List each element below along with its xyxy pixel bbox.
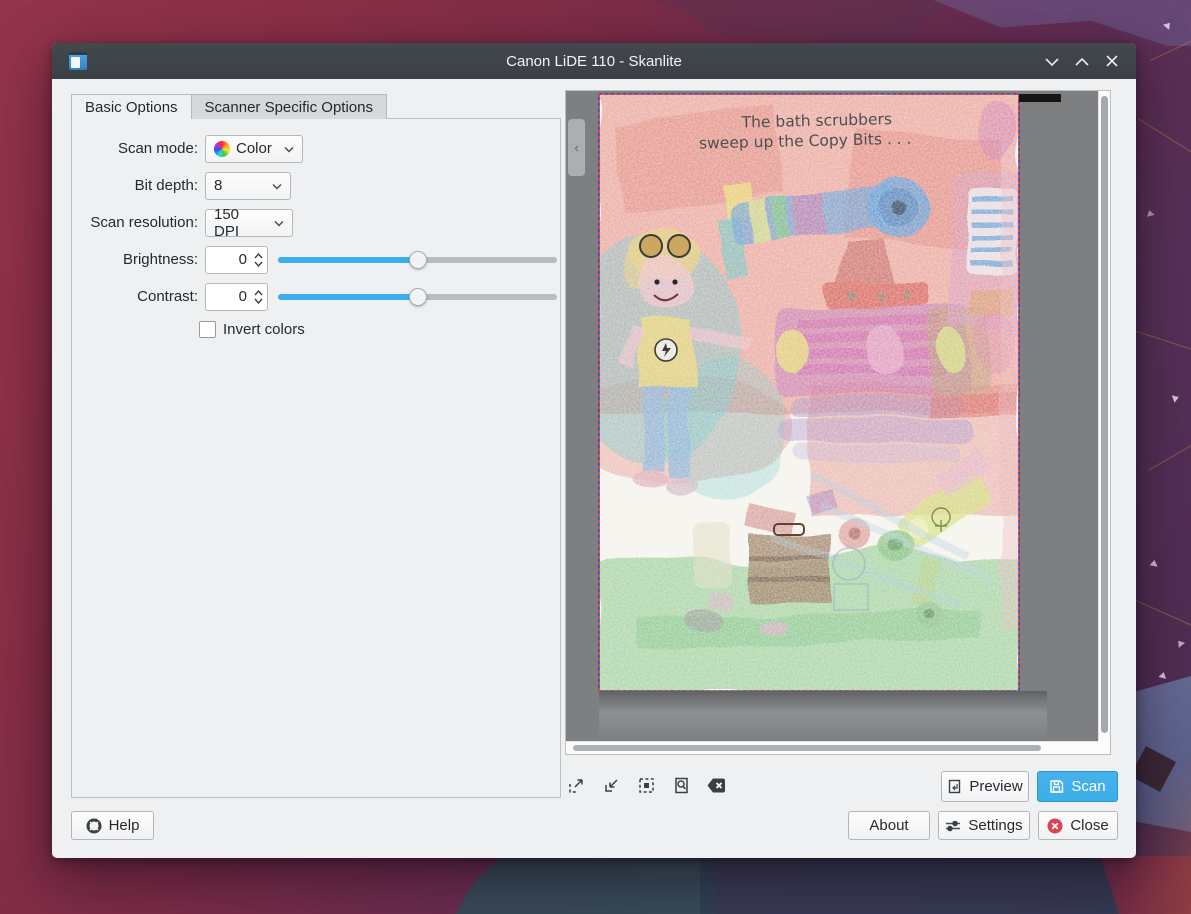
skanlite-window: Canon LiDE 110 - Skanlite Basic Options … xyxy=(52,43,1136,858)
tab-basic-options[interactable]: Basic Options xyxy=(71,94,192,119)
basic-options-panel: Scan mode: Color Bit depth: 8 xyxy=(71,118,561,798)
preview-canvas[interactable]: ‹ xyxy=(566,91,1098,741)
wallpaper-polygon xyxy=(920,0,1191,46)
invert-colors-checkbox[interactable] xyxy=(199,321,216,338)
contrast-value: 0 xyxy=(206,288,250,305)
contrast-slider[interactable] xyxy=(278,287,557,307)
scan-mode-value: Color xyxy=(236,140,272,157)
wallpaper-particle xyxy=(1145,209,1154,217)
scanned-drawing: The bath scrubbers sweep up the Copy Bit… xyxy=(599,94,1019,691)
help-button[interactable]: Help xyxy=(71,811,154,840)
wallpaper-hex-line xyxy=(1134,330,1191,351)
scanned-image[interactable]: The bath scrubbers sweep up the Copy Bit… xyxy=(599,94,1019,691)
zoom-to-fit-icon[interactable] xyxy=(671,775,692,796)
wallpaper-polygon xyxy=(455,856,715,914)
close-button-label: Close xyxy=(1070,817,1108,834)
invert-colors-label: Invert colors xyxy=(223,321,305,338)
preview-horizontal-scrollbar[interactable] xyxy=(566,741,1098,754)
chevron-down-icon xyxy=(274,214,284,231)
close-button[interactable]: Close xyxy=(1038,811,1118,840)
preview-button-label: Preview xyxy=(969,778,1022,795)
scrollbar-corner xyxy=(1098,741,1110,754)
scan-button[interactable]: Scan xyxy=(1037,771,1118,802)
chevron-down-icon xyxy=(284,140,294,157)
close-icon[interactable] xyxy=(1102,51,1122,71)
contrast-label: Contrast: xyxy=(78,288,198,305)
settings-sliders-icon xyxy=(945,819,961,833)
help-button-label: Help xyxy=(109,817,140,834)
bit-depth-dropdown[interactable]: 8 xyxy=(205,172,291,200)
contrast-spinbox[interactable]: 0 xyxy=(205,283,268,311)
bit-depth-label: Bit depth: xyxy=(78,177,198,194)
save-floppy-icon xyxy=(1049,779,1064,794)
titlebar[interactable]: Canon LiDE 110 - Skanlite xyxy=(52,43,1136,79)
about-button-label: About xyxy=(869,817,908,834)
preview-toolbar xyxy=(566,775,727,796)
scan-edge-strip xyxy=(1019,94,1061,102)
scan-button-label: Scan xyxy=(1071,778,1105,795)
maximize-icon[interactable] xyxy=(1072,51,1092,71)
preview-button[interactable]: Preview xyxy=(941,771,1029,802)
scan-caption-line1: The bath scrubbers xyxy=(740,110,892,131)
preview-doc-icon xyxy=(947,779,962,794)
scan-resolution-value: 150 DPI xyxy=(214,206,268,240)
close-circle-icon xyxy=(1047,818,1063,834)
zoom-out-icon[interactable] xyxy=(601,775,622,796)
wallpaper-hex-line xyxy=(1137,118,1191,156)
brightness-label: Brightness: xyxy=(78,251,198,268)
scan-resolution-dropdown[interactable]: 150 DPI xyxy=(205,209,293,237)
color-wheel-icon xyxy=(214,141,230,157)
preview-vertical-scrollbar[interactable] xyxy=(1098,91,1110,741)
wallpaper-particle xyxy=(1175,638,1185,648)
wallpaper-particle xyxy=(1172,393,1180,403)
splitter-collapse-handle[interactable]: ‹ xyxy=(568,119,585,176)
spin-arrows-icon[interactable] xyxy=(250,284,267,310)
wallpaper-particle xyxy=(1158,671,1167,679)
options-tabbar: Basic Options Scanner Specific Options xyxy=(71,94,387,119)
scan-resolution-label: Scan resolution: xyxy=(78,214,198,231)
brightness-slider[interactable] xyxy=(278,250,557,270)
about-button[interactable]: About xyxy=(848,811,930,840)
brightness-value: 0 xyxy=(206,251,250,268)
settings-button[interactable]: Settings xyxy=(938,811,1030,840)
window-content: Basic Options Scanner Specific Options S… xyxy=(52,79,1136,858)
scanner-lid-area xyxy=(599,691,1047,740)
scan-mode-dropdown[interactable]: Color xyxy=(205,135,303,163)
wallpaper-hex-line xyxy=(1136,600,1191,627)
wallpaper-polygon xyxy=(620,0,950,44)
help-lifering-icon xyxy=(86,818,102,834)
wallpaper-particle xyxy=(1150,559,1159,566)
scan-mode-label: Scan mode: xyxy=(78,140,198,157)
vertical-scrollbar-thumb[interactable] xyxy=(1101,96,1108,733)
brightness-slider-handle[interactable] xyxy=(409,251,427,269)
wallpaper-hex-line xyxy=(1148,435,1191,471)
horizontal-scrollbar-thumb[interactable] xyxy=(573,745,1041,751)
zoom-in-icon[interactable] xyxy=(566,775,587,796)
settings-button-label: Settings xyxy=(968,817,1022,834)
zoom-to-selection-icon[interactable] xyxy=(636,775,657,796)
bit-depth-value: 8 xyxy=(214,177,222,194)
minimize-icon[interactable] xyxy=(1042,51,1062,71)
window-title: Canon LiDE 110 - Skanlite xyxy=(52,53,1136,70)
contrast-slider-handle[interactable] xyxy=(409,288,427,306)
chevron-down-icon xyxy=(272,177,282,194)
clear-selections-icon[interactable] xyxy=(706,775,727,796)
brightness-spinbox[interactable]: 0 xyxy=(205,246,268,274)
spin-arrows-icon[interactable] xyxy=(250,247,267,273)
tab-scanner-specific-options[interactable]: Scanner Specific Options xyxy=(192,94,387,119)
preview-area: ‹ xyxy=(565,90,1111,755)
